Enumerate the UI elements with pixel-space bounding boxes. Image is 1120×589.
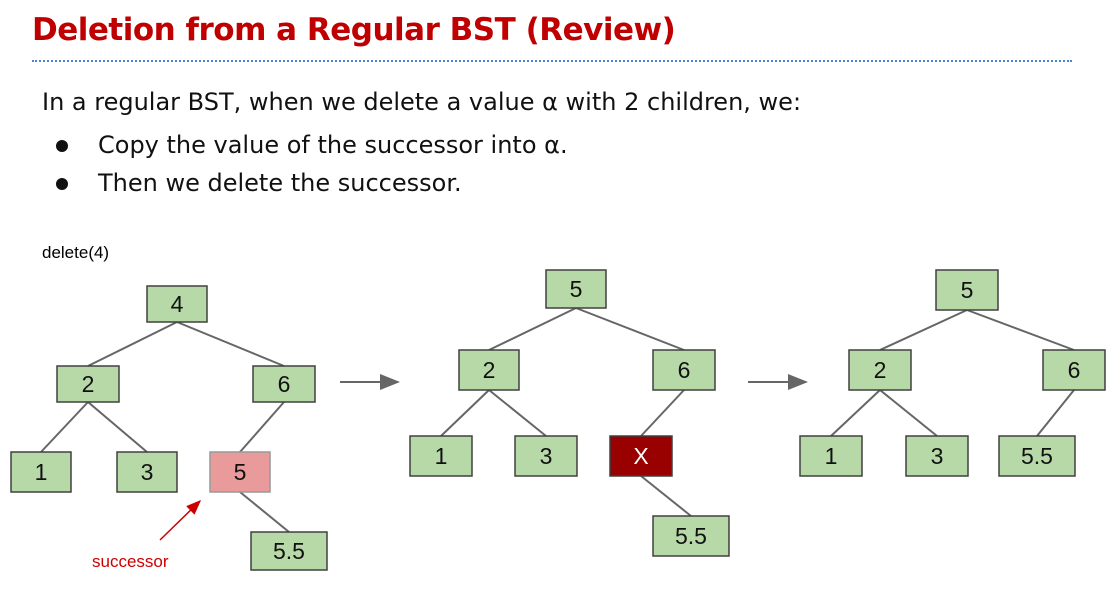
node-label: 3 bbox=[141, 459, 154, 485]
tree-edge bbox=[640, 475, 692, 517]
tree-edge bbox=[239, 401, 285, 453]
node-label: 5.5 bbox=[675, 523, 707, 549]
tree-1: 4 2 6 1 3 5 5.5 bbox=[10, 285, 328, 571]
tree-edge bbox=[1036, 389, 1075, 437]
node-label: 5 bbox=[961, 277, 974, 303]
node-label: 2 bbox=[874, 357, 887, 383]
node-label: 5 bbox=[570, 276, 583, 302]
node-label: 2 bbox=[483, 357, 496, 383]
tree-edge bbox=[176, 321, 285, 367]
tree-edge bbox=[966, 309, 1075, 351]
tree-3: 5 2 6 1 3 5.5 bbox=[799, 269, 1106, 477]
tree-edge bbox=[879, 309, 968, 351]
node-label: X bbox=[633, 443, 648, 469]
node-label: 2 bbox=[82, 371, 95, 397]
tree-edge bbox=[488, 389, 547, 437]
node-label: 5.5 bbox=[1021, 443, 1053, 469]
node-label: 6 bbox=[278, 371, 291, 397]
tree-edge bbox=[830, 389, 881, 437]
tree-edge bbox=[440, 389, 490, 437]
node-label: 6 bbox=[678, 357, 691, 383]
bst-diagram: 4 2 6 1 3 5 5.5 5 2 6 1 3 X 5.5 5 2 6 1 3 5.5 bbox=[10, 269, 1106, 571]
tree-edge bbox=[239, 491, 290, 533]
tree-edge bbox=[87, 321, 178, 367]
tree-edge bbox=[87, 401, 148, 453]
tree-edge bbox=[575, 307, 685, 351]
node-label: 6 bbox=[1068, 357, 1081, 383]
tree-edge bbox=[879, 389, 938, 437]
tree-edge bbox=[40, 401, 89, 453]
tree-2: 5 2 6 1 3 X 5.5 bbox=[409, 269, 730, 557]
node-label: 3 bbox=[540, 443, 553, 469]
node-label: 1 bbox=[35, 459, 48, 485]
tree-edge bbox=[488, 307, 577, 351]
node-label: 1 bbox=[825, 443, 838, 469]
node-label: 3 bbox=[931, 443, 944, 469]
tree-edge bbox=[640, 389, 685, 437]
successor-arrow bbox=[159, 499, 202, 541]
node-label: 5.5 bbox=[273, 538, 305, 564]
node-label: 1 bbox=[435, 443, 448, 469]
node-label: 5 bbox=[234, 459, 247, 485]
node-label: 4 bbox=[171, 291, 184, 317]
